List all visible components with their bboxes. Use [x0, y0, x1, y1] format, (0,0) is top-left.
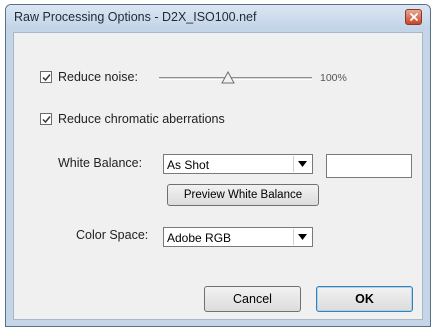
chromatic-aberration-checkbox[interactable] — [40, 113, 52, 125]
preview-white-balance-button[interactable]: Preview White Balance — [167, 184, 319, 206]
window-title: Raw Processing Options - D2X_ISO100.nef — [14, 10, 257, 24]
chromatic-aberration-label: Reduce chromatic aberrations — [58, 112, 225, 126]
dialog-body: Reduce noise: 100% Reduce chromatic aber… — [13, 32, 423, 320]
raw-options-dialog: Raw Processing Options - D2X_ISO100.nef … — [5, 4, 431, 327]
noise-slider-track[interactable] — [159, 77, 312, 80]
noise-slider-thumb[interactable] — [221, 70, 235, 89]
noise-level-value: 100% — [320, 72, 347, 84]
checkmark-icon — [42, 74, 51, 82]
close-icon — [410, 13, 418, 21]
reduce-noise-label: Reduce noise: — [58, 70, 138, 84]
dropdown-arrow[interactable] — [293, 156, 311, 172]
slider-thumb-icon — [221, 70, 235, 84]
white-balance-custom-field[interactable] — [326, 154, 412, 178]
chevron-down-icon — [298, 234, 307, 240]
color-space-select[interactable]: Adobe RGB — [163, 227, 313, 247]
color-space-value: Adobe RGB — [167, 231, 232, 245]
dropdown-arrow[interactable] — [293, 229, 311, 245]
color-space-label: Color Space: — [76, 228, 149, 242]
cancel-button[interactable]: Cancel — [204, 286, 301, 312]
checkmark-icon — [42, 116, 51, 124]
white-balance-label: White Balance: — [58, 156, 143, 170]
white-balance-value: As Shot — [167, 158, 210, 172]
title-bar[interactable]: Raw Processing Options - D2X_ISO100.nef — [6, 5, 430, 30]
close-button[interactable] — [405, 9, 422, 25]
white-balance-select[interactable]: As Shot — [163, 154, 313, 174]
reduce-noise-checkbox[interactable] — [40, 71, 52, 83]
ok-button[interactable]: OK — [316, 286, 413, 312]
chevron-down-icon — [298, 161, 307, 167]
